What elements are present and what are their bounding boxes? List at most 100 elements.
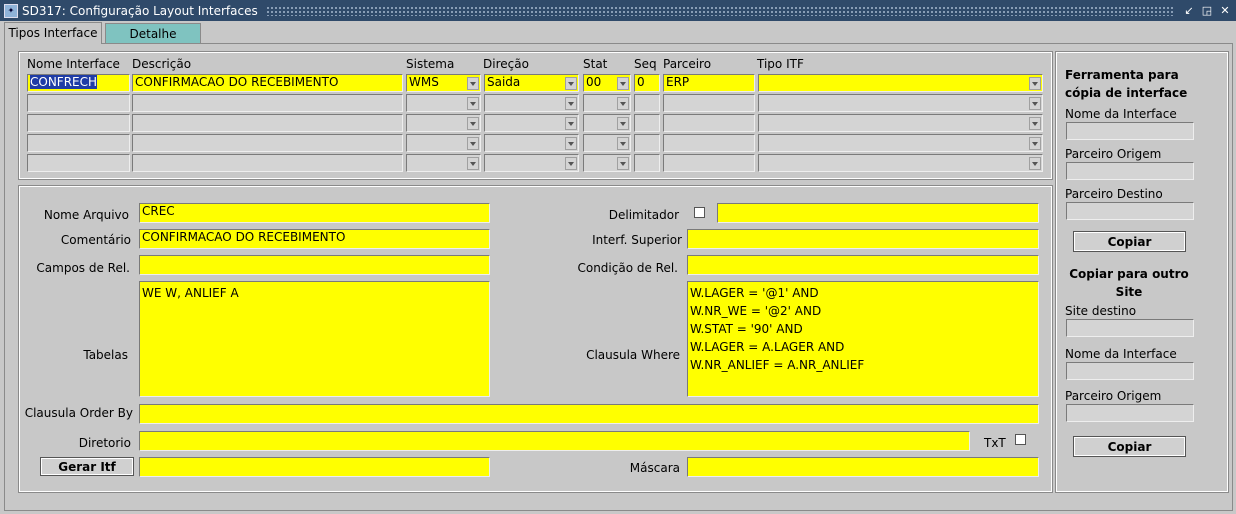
row-tipo-itf-select[interactable] (758, 134, 1043, 152)
chevron-down-icon[interactable] (565, 97, 577, 110)
row-stat-select[interactable] (583, 134, 631, 152)
copy-parceiro-destino-label: Parceiro Destino (1065, 187, 1163, 201)
chevron-down-icon[interactable] (1029, 97, 1041, 110)
gerar-itf-field[interactable] (139, 457, 490, 477)
order-by-field[interactable] (139, 404, 1039, 424)
chevron-down-icon[interactable] (467, 157, 479, 170)
chevron-down-icon[interactable] (617, 97, 629, 110)
mascara-label: Máscara (629, 461, 680, 475)
chevron-down-icon[interactable] (617, 137, 629, 150)
header-descricao: Descrição (132, 57, 192, 71)
tab-detalhe[interactable]: Detalhe (105, 23, 201, 44)
row-direcao-select[interactable] (484, 154, 579, 172)
gerar-itf-button[interactable]: Gerar Itf (40, 457, 134, 476)
tabelas-field[interactable]: WE W, ANLIEF A (139, 281, 490, 397)
site-destino-field[interactable] (1066, 319, 1194, 337)
row-descricao[interactable] (132, 114, 403, 132)
clausula-where-field[interactable]: W.LAGER = '@1' AND W.NR_WE = '@2' AND W.… (687, 281, 1039, 397)
row-stat-select[interactable] (583, 154, 631, 172)
chevron-down-icon[interactable] (617, 157, 629, 170)
condicao-rel-field[interactable] (687, 255, 1039, 275)
site-parceiro-origem-field[interactable] (1066, 404, 1194, 422)
nome-arquivo-field[interactable]: CREC (139, 203, 490, 223)
chevron-down-icon[interactable] (467, 117, 479, 130)
row-descricao[interactable]: CONFIRMACAO DO RECEBIMENTO (132, 74, 403, 92)
row-direcao-select[interactable] (484, 94, 579, 112)
row-nome-interface[interactable] (27, 94, 130, 112)
row-seq[interactable]: 0 (634, 74, 660, 92)
row-stat-value: 00 (586, 75, 602, 89)
row-parceiro[interactable] (663, 94, 755, 112)
tab-tipos-interface[interactable]: Tipos Interface (4, 22, 102, 44)
window-title: SD317: Configuração Layout Interfaces (22, 3, 258, 18)
row-seq[interactable] (634, 114, 660, 132)
row-stat-select[interactable] (583, 94, 631, 112)
row-direcao-value: Saida (487, 75, 521, 89)
interf-superior-field[interactable] (687, 229, 1039, 249)
row-seq[interactable] (634, 134, 660, 152)
site-nome-interface-field[interactable] (1066, 362, 1194, 380)
row-parceiro[interactable]: ERP (663, 74, 755, 92)
row-nome-interface[interactable] (27, 114, 130, 132)
chevron-down-icon[interactable] (565, 117, 577, 130)
row-tipo-itf-select[interactable] (758, 114, 1043, 132)
chevron-down-icon[interactable] (1029, 157, 1041, 170)
chevron-down-icon[interactable] (617, 117, 629, 130)
row-nome-interface[interactable] (27, 154, 130, 172)
copy-interface-title: Ferramenta para cópia de interface (1065, 68, 1188, 100)
chevron-down-icon[interactable] (565, 157, 577, 170)
row-parceiro[interactable] (663, 154, 755, 172)
row-tipo-itf-select[interactable] (758, 154, 1043, 172)
chevron-down-icon[interactable] (565, 77, 577, 90)
copiar-site-button[interactable]: Copiar (1073, 436, 1186, 457)
row-parceiro[interactable] (663, 114, 755, 132)
row-seq[interactable] (634, 154, 660, 172)
mascara-field[interactable] (687, 457, 1039, 477)
copiar-interface-button[interactable]: Copiar (1073, 231, 1186, 252)
row-descricao[interactable] (132, 154, 403, 172)
copy-parceiro-destino-field[interactable] (1066, 202, 1194, 220)
row-sistema-select[interactable]: WMS (406, 74, 481, 92)
txt-label: TxT (984, 436, 1006, 450)
chevron-down-icon[interactable] (467, 137, 479, 150)
chevron-down-icon[interactable] (1029, 137, 1041, 150)
row-sistema-select[interactable] (406, 114, 481, 132)
header-direcao: Direção (483, 57, 529, 71)
minimize-icon[interactable]: ↙ (1182, 4, 1196, 18)
chevron-down-icon[interactable] (467, 77, 479, 90)
row-nome-interface[interactable] (27, 134, 130, 152)
copy-nome-interface-label: Nome da Interface (1065, 107, 1177, 121)
close-icon[interactable]: ✕ (1218, 4, 1232, 18)
chevron-down-icon[interactable] (467, 97, 479, 110)
campos-rel-field[interactable] (139, 255, 490, 275)
delimitador-checkbox[interactable] (694, 207, 705, 218)
row-parceiro[interactable] (663, 134, 755, 152)
row-nome-interface[interactable]: CONFRECH (27, 74, 130, 92)
chevron-down-icon[interactable] (565, 137, 577, 150)
delimitador-label: Delimitador (608, 208, 679, 222)
row-sistema-select[interactable] (406, 94, 481, 112)
copy-parceiro-origem-field[interactable] (1066, 162, 1194, 180)
row-sistema-select[interactable] (406, 134, 481, 152)
comentario-field[interactable]: CONFIRMACAO DO RECEBIMENTO (139, 229, 490, 249)
copy-nome-interface-field[interactable] (1066, 122, 1194, 140)
row-descricao[interactable] (132, 94, 403, 112)
row-stat-select[interactable]: 00 (583, 74, 631, 92)
txt-checkbox[interactable] (1015, 434, 1026, 445)
row-seq[interactable] (634, 94, 660, 112)
row-descricao[interactable] (132, 134, 403, 152)
row-stat-select[interactable] (583, 114, 631, 132)
tabelas-label: Tabelas (83, 348, 128, 362)
row-tipo-itf-select[interactable] (758, 94, 1043, 112)
row-direcao-select[interactable] (484, 114, 579, 132)
restore-icon[interactable]: ◲ (1200, 4, 1214, 18)
diretorio-field[interactable] (139, 431, 970, 451)
delimitador-field[interactable] (717, 203, 1039, 223)
chevron-down-icon[interactable] (1029, 117, 1041, 130)
row-direcao-select[interactable]: Saida (484, 74, 579, 92)
row-sistema-select[interactable] (406, 154, 481, 172)
chevron-down-icon[interactable] (1029, 77, 1041, 90)
row-tipo-itf-select[interactable] (758, 74, 1043, 92)
chevron-down-icon[interactable] (617, 77, 629, 90)
row-direcao-select[interactable] (484, 134, 579, 152)
